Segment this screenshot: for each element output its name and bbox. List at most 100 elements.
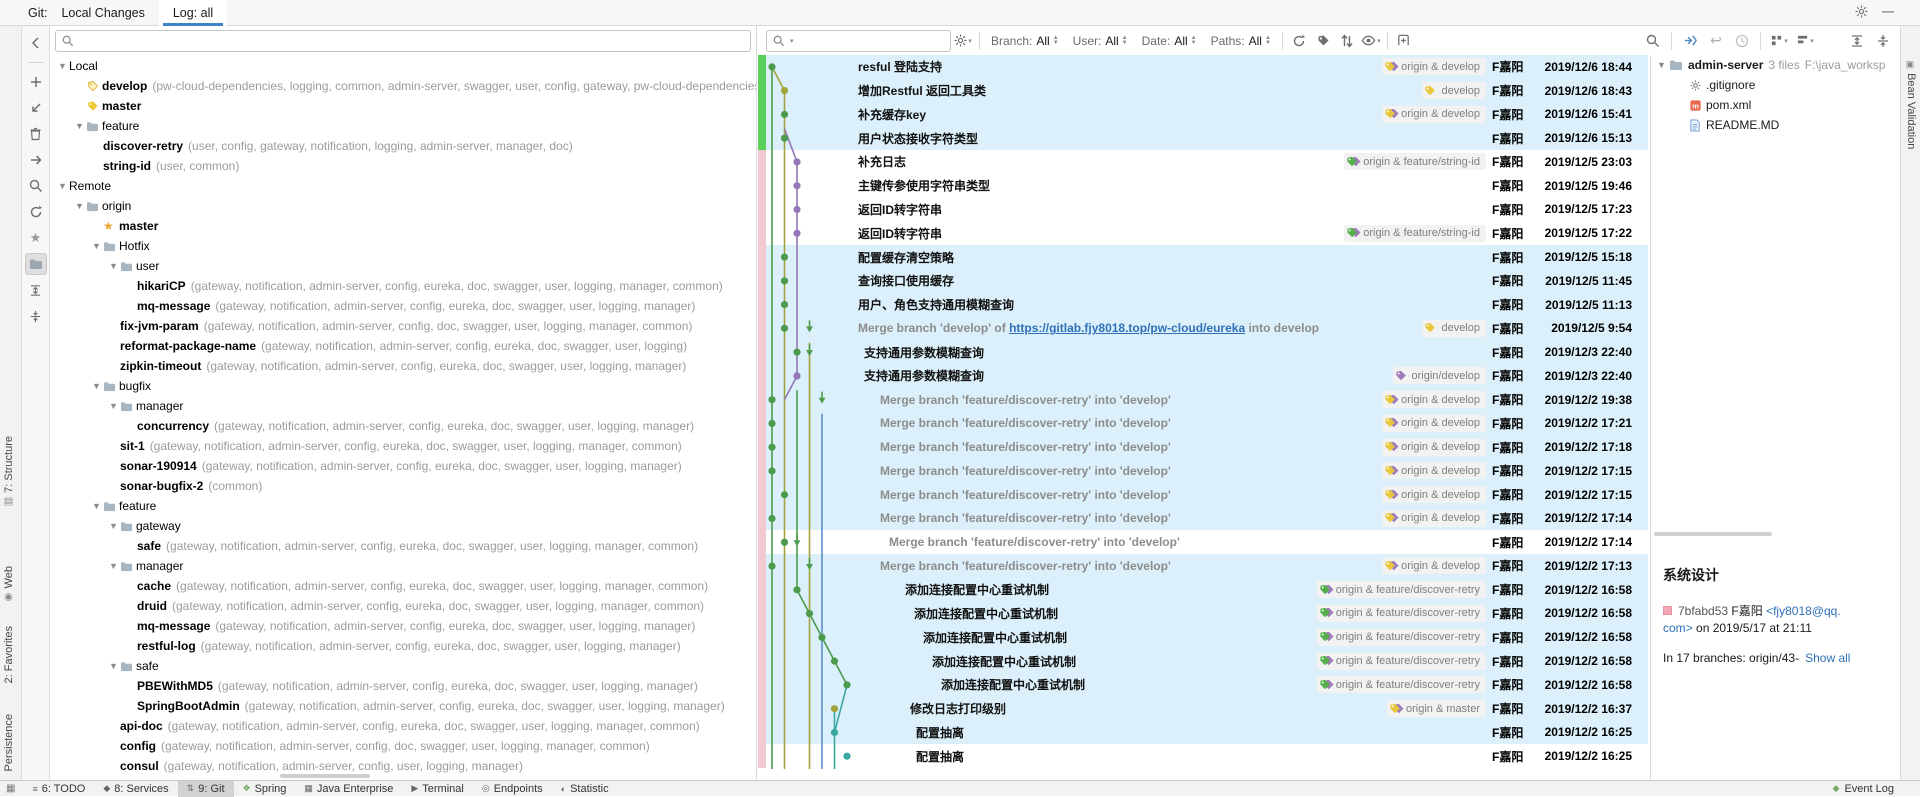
expand-arrow-icon[interactable]: ▼ — [73, 116, 86, 136]
expand-arrow-icon[interactable]: ▼ — [107, 556, 120, 576]
statusbar-endpoints[interactable]: ◎Endpoints — [473, 781, 552, 797]
changed-file-readme-md[interactable]: README.MD — [1651, 115, 1900, 135]
commit-row[interactable]: 添加连接配置中心重试机制origin & feature/discover-re… — [758, 602, 1648, 626]
branch-label[interactable]: origin & master — [1387, 700, 1486, 717]
log-settings-gear-icon[interactable] — [951, 30, 975, 52]
branch-tree-item-manager[interactable]: ▼manager — [50, 396, 756, 416]
branch-tree-item-sonar-190914[interactable]: sonar-190914(gateway, notification, admi… — [50, 456, 756, 476]
branch-tree-item-consul[interactable]: consul(gateway, notification, admin-serv… — [50, 756, 756, 776]
branch-tree-item-discover-retry[interactable]: discover-retry(user, config, gateway, no… — [50, 136, 756, 156]
branch-tree-item-restful-log[interactable]: restful-log(gateway, notification, admin… — [50, 636, 756, 656]
commit-row[interactable]: Merge branch 'feature/discover-retry' in… — [758, 507, 1648, 531]
tab-local-changes[interactable]: Local Changes — [47, 0, 158, 26]
search-icon[interactable] — [25, 175, 47, 197]
branch-tree-item-zipkin-timeout[interactable]: zipkin-timeout(gateway, notification, ad… — [50, 356, 756, 376]
branch-label[interactable]: origin & feature/discover-retry — [1317, 676, 1486, 693]
statusbar-9-git[interactable]: ⇅9: Git — [178, 781, 234, 797]
navigate-commit-icon[interactable] — [1678, 30, 1702, 52]
commit-row[interactable]: Merge branch 'feature/discover-retry' in… — [758, 388, 1648, 412]
collapse-all-icon[interactable] — [25, 305, 47, 327]
branch-tree-item-gateway[interactable]: ▼gateway — [50, 516, 756, 536]
commit-row[interactable]: 配置抽离F嘉阳2019/12/2 16:25 — [758, 744, 1648, 768]
tab-log-all[interactable]: Log: all — [159, 0, 227, 26]
log-search-input[interactable]: ▾ — [766, 30, 951, 52]
filter-date[interactable]: Date:All▲▼ — [1142, 34, 1197, 48]
filter-branch[interactable]: Branch:All▲▼ — [991, 34, 1059, 48]
filter-user[interactable]: User:All▲▼ — [1073, 34, 1128, 48]
commit-row[interactable]: Merge branch 'feature/discover-retry' in… — [758, 554, 1648, 578]
branch-tree-item-fix-jvm-param[interactable]: fix-jvm-param(gateway, notification, adm… — [50, 316, 756, 336]
branch-tree-item-master[interactable]: master — [50, 96, 756, 116]
branch-label[interactable]: origin & develop — [1382, 486, 1486, 503]
arrow-down-left-icon[interactable] — [25, 97, 47, 119]
branch-tree-item-config[interactable]: config(gateway, notification, admin-serv… — [50, 736, 756, 756]
collapse-all-icon[interactable] — [1871, 30, 1895, 52]
expand-arrow-icon[interactable]: ▼ — [56, 176, 69, 196]
branch-label[interactable]: origin & develop — [1382, 106, 1486, 123]
branch-tree-item-mq-message[interactable]: mq-message(gateway, notification, admin-… — [50, 616, 756, 636]
expand-arrow-icon[interactable]: ▼ — [107, 256, 120, 276]
commit-row[interactable]: Merge branch 'feature/discover-retry' in… — [758, 530, 1648, 554]
commit-row[interactable]: 修改日志打印级别origin & masterF嘉阳2019/12/2 16:3… — [758, 697, 1648, 721]
statusbar-6-todo[interactable]: ≡6: TODO — [23, 781, 94, 797]
statusbar-terminal[interactable]: ▶Terminal — [402, 781, 473, 797]
commit-row[interactable]: 补充日志origin & feature/string-idF嘉阳2019/12… — [758, 150, 1648, 174]
expand-arrow-icon[interactable]: ▼ — [90, 236, 103, 256]
hide-toolwindow-icon[interactable]: — — [1882, 4, 1894, 18]
branch-label[interactable]: origin/develop — [1393, 367, 1487, 384]
trash-icon[interactable] — [25, 123, 47, 145]
expand-arrow-icon[interactable]: ▼ — [90, 496, 103, 516]
expand-arrow-icon[interactable]: ▼ — [73, 196, 86, 216]
details-hscrollbar[interactable] — [1654, 532, 1772, 536]
branch-tree-item-manager[interactable]: ▼manager — [50, 556, 756, 576]
commit-row[interactable]: Merge branch 'feature/discover-retry' in… — [758, 483, 1648, 507]
commit-row[interactable]: Merge branch 'feature/discover-retry' in… — [758, 435, 1648, 459]
commit-row[interactable]: 配置缓存清空策略F嘉阳2019/12/5 15:18 — [758, 245, 1648, 269]
merge-source-link[interactable]: https://gitlab.fjy8018.top/pw-cloud/eure… — [1009, 321, 1245, 335]
commit-row[interactable]: 支持通用参数模糊查询F嘉阳2019/12/3 22:40 — [758, 340, 1648, 364]
branch-label[interactable]: origin & develop — [1382, 58, 1486, 75]
commit-row[interactable]: Merge branch 'feature/discover-retry' in… — [758, 411, 1648, 435]
folder-boxed-icon[interactable] — [25, 253, 47, 275]
branch-tree-item-druid[interactable]: druid(gateway, notification, admin-serve… — [50, 596, 756, 616]
filter-search-icon[interactable] — [1641, 30, 1665, 52]
branch-tree-item-origin[interactable]: ▼origin — [50, 196, 756, 216]
commit-row[interactable]: 返回ID转字符串F嘉阳2019/12/5 17:23 — [758, 198, 1648, 222]
branch-label[interactable]: origin & develop — [1382, 391, 1486, 408]
commit-row[interactable]: 配置抽离F嘉阳2019/12/2 16:25 — [758, 720, 1648, 744]
branch-tree-item-develop[interactable]: develop(pw-cloud-dependencies, logging, … — [50, 76, 756, 96]
commit-row[interactable]: 支持通用参数模糊查询origin/developF嘉阳2019/12/3 22:… — [758, 364, 1648, 388]
sort-icon[interactable] — [1335, 30, 1359, 52]
chevron-left-icon[interactable] — [25, 32, 47, 54]
expand-arrow-icon[interactable]: ▼ — [107, 516, 120, 536]
branch-tree-item-string-id[interactable]: string-id(user, common) — [50, 156, 756, 176]
toolwindow-switcher-icon[interactable]: ▦ — [6, 783, 15, 794]
branch-tree-item-reformat-package-name[interactable]: reformat-package-name(gateway, notificat… — [50, 336, 756, 356]
statusbar-8-services[interactable]: ◆8: Services — [94, 781, 177, 797]
branch-label[interactable]: origin & feature/discover-retry — [1317, 629, 1486, 646]
branch-tree-item-pbewithmd5[interactable]: PBEWithMD5(gateway, notification, admin-… — [50, 676, 756, 696]
branch-label[interactable]: origin & develop — [1382, 462, 1486, 479]
commit-row[interactable]: 添加连接配置中心重试机制origin & feature/discover-re… — [758, 673, 1648, 697]
branch-tree-item-feature[interactable]: ▼feature — [50, 496, 756, 516]
branch-tree-item-hotfix[interactable]: ▼Hotfix — [50, 236, 756, 256]
stripe-tab-persistence[interactable]: Persistence — [3, 714, 15, 771]
statusbar-statistic[interactable]: ◐Statistic — [552, 781, 618, 797]
statusbar-spring[interactable]: ❖Spring — [234, 781, 296, 797]
branches-search-input[interactable] — [55, 30, 751, 52]
star-icon[interactable]: ★ — [25, 227, 47, 249]
branch-tree-item-sonar-bugfix-2[interactable]: sonar-bugfix-2(common) — [50, 476, 756, 496]
branch-tree-item-feature[interactable]: ▼feature — [50, 116, 756, 136]
commit-row[interactable]: 查询接口使用缓存F嘉阳2019/12/5 11:45 — [758, 269, 1648, 293]
history-clock-icon[interactable] — [1730, 30, 1754, 52]
changed-file--gitignore[interactable]: .gitignore — [1651, 75, 1900, 95]
branch-tree-item-local[interactable]: ▼Local — [50, 56, 756, 76]
branch-tree-item-cache[interactable]: cache(gateway, notification, admin-serve… — [50, 576, 756, 596]
author-email-link-2[interactable]: com> — [1663, 621, 1693, 635]
branch-label[interactable]: origin & feature/discover-retry — [1317, 653, 1486, 670]
expand-arrow-icon[interactable]: ▼ — [107, 396, 120, 416]
undo-icon[interactable]: ↩ — [1704, 30, 1728, 52]
branch-tree-item-mq-message[interactable]: mq-message(gateway, notification, admin-… — [50, 296, 756, 316]
branch-label[interactable]: origin & feature/string-id — [1344, 225, 1486, 242]
branch-tree-item-user[interactable]: ▼user — [50, 256, 756, 276]
